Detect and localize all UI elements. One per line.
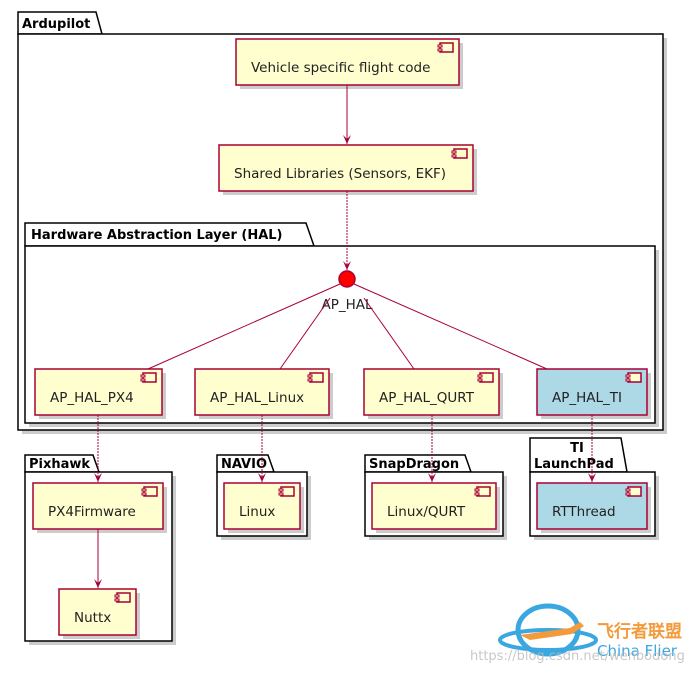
svg-text:AP_HAL_TI: AP_HAL_TI [552,390,622,406]
watermark: 飞行者联盟 China Flier https://blog.csdn.net/… [470,603,685,664]
svg-text:Hardware Abstraction Layer (HA: Hardware Abstraction Layer (HAL) [31,228,283,243]
svg-text:Linux: Linux [239,504,275,520]
component-rtthread[interactable]: RTThread [536,482,651,533]
component-ap-hal-linux[interactable]: AP_HAL_Linux [194,368,333,419]
svg-text:RTThread: RTThread [552,504,616,520]
svg-text:Shared Libraries (Sensors, EKF: Shared Libraries (Sensors, EKF) [234,166,446,182]
svg-text:AP_HAL_QURT: AP_HAL_QURT [379,390,475,406]
svg-text:SnapDragon: SnapDragon [369,457,459,472]
component-ap-hal-px4[interactable]: AP_HAL_PX4 [34,368,166,419]
component-icon [451,148,468,159]
svg-text:Pixhawk: Pixhawk [29,457,90,472]
svg-text:Nuttx: Nuttx [74,610,111,626]
svg-text:飞行者联盟: 飞行者联盟 [597,621,682,642]
svg-text:AP_HAL_Linux: AP_HAL_Linux [210,390,304,406]
component-ap-hal-ti[interactable]: AP_HAL_TI [536,368,651,419]
svg-text:Linux/QURT: Linux/QURT [387,504,466,520]
svg-text:PX4Firmware: PX4Firmware [48,504,136,520]
svg-text:NAVIO: NAVIO [221,457,267,472]
component-nuttx[interactable]: Nuttx [58,588,140,639]
svg-text:https://blog.csdn.net/wenbodon: https://blog.csdn.net/wenbodong [470,649,685,664]
svg-text:Vehicle specific flight code: Vehicle specific flight code [251,60,430,76]
svg-text:AP_HAL_PX4: AP_HAL_PX4 [50,390,134,406]
component-vehicle[interactable]: Vehicle specific flight code [235,38,463,89]
component-px4firmware[interactable]: PX4Firmware [32,482,167,533]
component-linux[interactable]: Linux [223,482,304,533]
svg-text:TI: TI [570,441,584,456]
package-title: Ardupilot [22,17,90,32]
component-icon [437,42,454,53]
component-shared-libraries[interactable]: Shared Libraries (Sensors, EKF) [218,144,477,195]
svg-text:LaunchPad: LaunchPad [534,457,614,472]
architecture-diagram: Ardupilot Vehicle specific flight code S… [17,11,685,664]
component-ap-hal-qurt[interactable]: AP_HAL_QURT [363,368,503,419]
component-linux-qurt[interactable]: Linux/QURT [371,482,500,533]
